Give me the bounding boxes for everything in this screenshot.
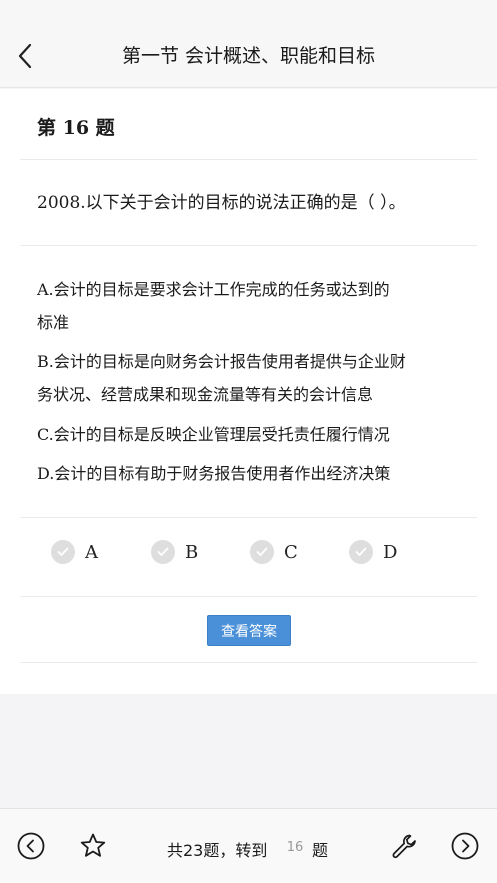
prev-question-button[interactable] [15, 830, 47, 862]
choice-label: A [85, 541, 98, 563]
choice-a[interactable]: A [51, 540, 98, 564]
page-jump-input[interactable] [282, 835, 308, 859]
page-title: 第一节 会计概述、职能和目标 [121, 45, 376, 67]
favorite-button[interactable] [77, 830, 109, 862]
choice-d[interactable]: D [349, 540, 397, 564]
option-d-text: D.会计的目标有助于财务报告使用者作出经济决策 [37, 464, 391, 483]
question-suffix-label: 题 [312, 841, 329, 860]
check-icon [51, 540, 75, 564]
choice-b[interactable]: B [151, 540, 198, 564]
check-icon [151, 540, 175, 564]
option-b-text: B.会计的目标是向财务会计报告使用者提供与企业财 务状况、经营成果和现金流量等有… [37, 352, 406, 404]
question-text: 2008.以下关于会计的目标的说法正确的是（ ）。 [37, 193, 406, 213]
divider [20, 159, 477, 160]
choice-c[interactable]: C [250, 540, 298, 564]
back-button[interactable] [10, 38, 40, 74]
divider [20, 596, 477, 597]
next-question-button[interactable] [449, 830, 481, 862]
choice-label: C [284, 541, 298, 563]
check-icon [250, 540, 274, 564]
option-c-text: C.会计的目标是反映企业管理层受托责任履行情况 [37, 425, 390, 444]
choice-label: D [383, 541, 398, 563]
check-icon [349, 540, 373, 564]
star-icon [80, 833, 106, 857]
chevron-left-icon [18, 43, 32, 69]
divider [20, 245, 477, 246]
circle-chevron-right-icon [451, 832, 479, 860]
option-a-text: A.会计的目标是要求会计工作完成的任务或达到的 标准 [37, 280, 390, 332]
divider [20, 662, 477, 663]
tools-button[interactable] [388, 830, 420, 862]
wrench-icon [392, 834, 416, 858]
total-count-label: 共23题，转到 [167, 841, 268, 860]
answer-choices: A B C D [0, 540, 497, 574]
choice-label: B [185, 541, 199, 563]
divider [20, 517, 477, 518]
bottom-toolbar: 共23题，转到 题 [0, 808, 497, 883]
show-answer-button[interactable]: 查看答案 [207, 615, 291, 646]
question-number: 第 16 题 [37, 117, 115, 139]
circle-chevron-left-icon [17, 832, 45, 860]
app-header: 第一节 会计概述、职能和目标 [0, 0, 497, 88]
